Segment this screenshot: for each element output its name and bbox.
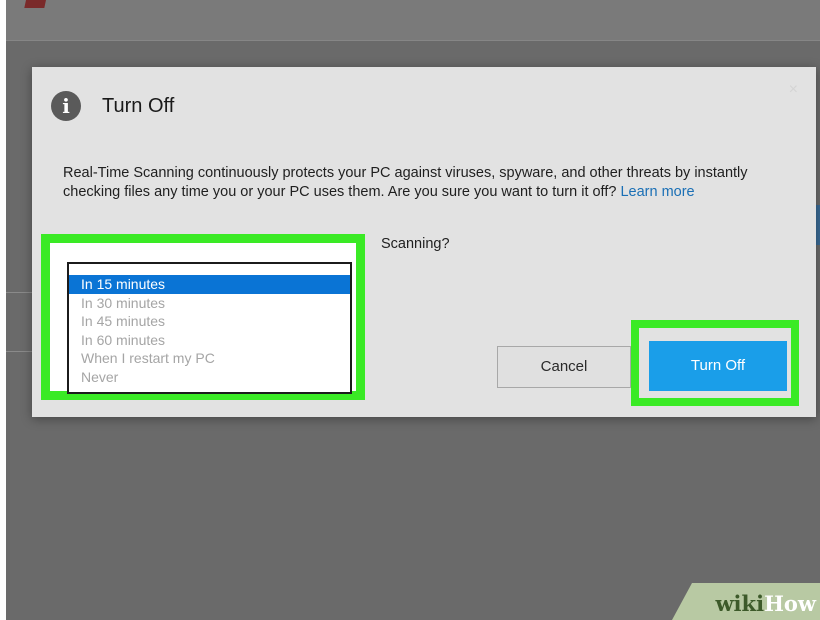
watermark: wikiHow [672, 583, 820, 620]
info-icon: i [51, 91, 81, 121]
resume-time-listbox[interactable]: In 15 minutes In 30 minutes In 45 minutes I… [67, 262, 352, 394]
dialog-title: Turn Off [102, 95, 175, 117]
app-logo-icon [24, 0, 48, 8]
resume-option[interactable]: In 45 minutes [69, 312, 350, 331]
learn-more-link[interactable]: Learn more [620, 184, 694, 200]
resume-option[interactable]: When I restart my PC [69, 349, 350, 368]
resume-option[interactable]: In 30 minutes [69, 294, 350, 313]
resume-option[interactable]: In 15 minutes [69, 275, 350, 294]
resume-option[interactable]: Never [69, 368, 350, 387]
cancel-button[interactable]: Cancel [497, 346, 631, 388]
close-icon[interactable]: × [789, 81, 798, 99]
watermark-wiki: wiki [715, 591, 765, 616]
watermark-text: wikiHow [715, 591, 816, 616]
screenshot-stage: × i Turn Off Real-Time Scanning continuo… [6, 0, 820, 620]
resume-question: Scanning? [381, 236, 450, 252]
resume-option[interactable]: In 60 minutes [69, 331, 350, 350]
background-app-header [6, 0, 820, 41]
watermark-how: How [764, 591, 816, 616]
turn-off-button[interactable]: Turn Off [649, 341, 787, 391]
dialog-message: Real-Time Scanning continuously protects… [63, 164, 778, 202]
background-panel [6, 292, 35, 352]
